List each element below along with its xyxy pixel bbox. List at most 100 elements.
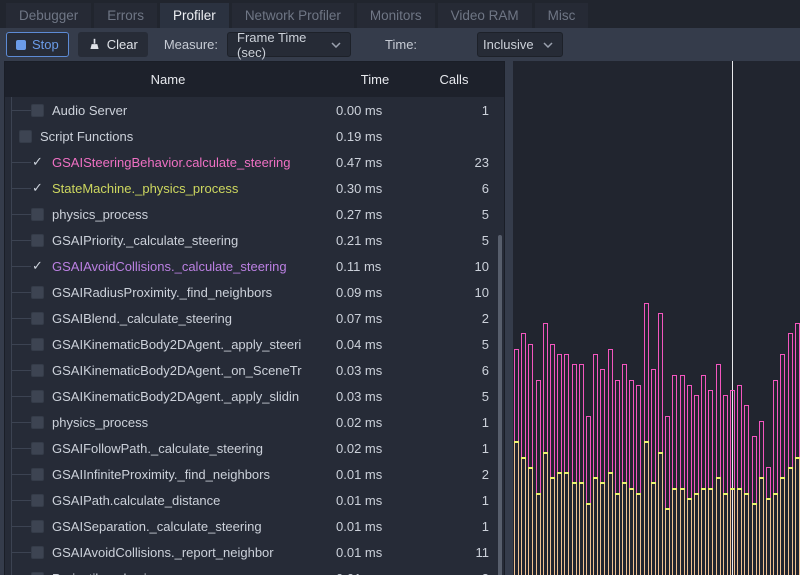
row-checkbox[interactable] bbox=[31, 494, 44, 507]
row-time: 0.01 ms bbox=[331, 545, 419, 560]
table-row[interactable]: physics_process0.27 ms5 bbox=[5, 201, 504, 227]
frame-bar-lower bbox=[593, 477, 598, 575]
time-dropdown[interactable]: Inclusive bbox=[477, 32, 563, 57]
row-checkbox[interactable] bbox=[31, 546, 44, 559]
function-table: Name Time Calls Audio Server0.00 ms1Scri… bbox=[4, 61, 505, 575]
table-row[interactable]: GSAIKinematicBody2DAgent._apply_slidin0.… bbox=[5, 383, 504, 409]
table-row[interactable]: physics_process0.02 ms1 bbox=[5, 409, 504, 435]
table-row[interactable]: GSAIKinematicBody2DAgent._apply_steeri0.… bbox=[5, 331, 504, 357]
table-row[interactable]: ✓ GSAIAvoidCollisions._calculate_steering… bbox=[5, 253, 504, 279]
tree-branch-line bbox=[11, 318, 31, 319]
row-time: 0.02 ms bbox=[331, 415, 419, 430]
row-calls: 1 bbox=[419, 493, 489, 508]
clear-button-label: Clear bbox=[107, 37, 138, 52]
frame-time-graph[interactable] bbox=[513, 61, 800, 575]
frame-bar-steering bbox=[615, 380, 620, 493]
table-row[interactable]: GSAIRadiusProximity._find_neighbors0.09 … bbox=[5, 279, 504, 305]
row-checkbox[interactable] bbox=[31, 364, 44, 377]
frame-bar-lower bbox=[687, 498, 692, 575]
table-row[interactable]: Projectile._physics_process0.01 ms3 bbox=[5, 565, 504, 575]
table-scrollbar[interactable] bbox=[498, 235, 502, 575]
row-checkbox[interactable] bbox=[31, 468, 44, 481]
row-time: 0.03 ms bbox=[331, 363, 419, 378]
row-checkbox[interactable] bbox=[31, 572, 44, 575]
tree-branch-line bbox=[11, 292, 31, 293]
row-checkbox[interactable] bbox=[31, 104, 44, 117]
frame-bar-statemachine-tick bbox=[651, 482, 656, 484]
frame-bar-steering bbox=[586, 416, 591, 503]
broom-icon bbox=[88, 38, 101, 51]
table-row[interactable]: Script Functions0.19 ms bbox=[5, 123, 504, 149]
frame-bar-steering bbox=[608, 349, 613, 472]
clear-button[interactable]: Clear bbox=[78, 32, 148, 57]
row-checkbox[interactable] bbox=[31, 442, 44, 455]
row-name: GSAISteeringBehavior.calculate_steering bbox=[52, 155, 331, 170]
table-row[interactable]: GSAIAvoidCollisions._report_neighbor0.01… bbox=[5, 539, 504, 565]
row-time: 0.03 ms bbox=[331, 389, 419, 404]
frame-bar-statemachine-tick bbox=[730, 488, 735, 490]
table-row[interactable]: ✓StateMachine._physics_process0.30 ms6 bbox=[5, 175, 504, 201]
table-row[interactable]: GSAIKinematicBody2DAgent._on_SceneTr0.03… bbox=[5, 357, 504, 383]
tab-profiler[interactable]: Profiler bbox=[160, 3, 229, 28]
tree-branch-line bbox=[11, 422, 31, 423]
row-checkbox[interactable] bbox=[31, 520, 44, 533]
row-time: 0.09 ms bbox=[331, 285, 419, 300]
row-name: Projectile._physics_process bbox=[52, 571, 331, 575]
row-checkbox[interactable] bbox=[31, 312, 44, 325]
frame-bar-lower bbox=[514, 441, 519, 575]
table-row[interactable]: GSAISeparation._calculate_steering0.01 m… bbox=[5, 513, 504, 539]
row-checkbox[interactable] bbox=[31, 286, 44, 299]
stop-button[interactable]: Stop bbox=[6, 32, 69, 57]
tab-errors[interactable]: Errors bbox=[94, 3, 157, 28]
frame-bar-statemachine-tick bbox=[514, 441, 519, 443]
tab-debugger[interactable]: Debugger bbox=[6, 3, 91, 28]
frame-bar-lower bbox=[528, 467, 533, 575]
frame-bar-steering bbox=[730, 390, 735, 488]
row-time: 0.19 ms bbox=[331, 129, 419, 144]
tab-monitors[interactable]: Monitors bbox=[357, 3, 435, 28]
tree-branch-line bbox=[11, 396, 31, 397]
row-calls: 1 bbox=[419, 103, 489, 118]
frame-bar-statemachine-tick bbox=[701, 488, 706, 490]
measure-dropdown[interactable]: Frame Time (sec) bbox=[227, 32, 351, 57]
tab-misc[interactable]: Misc bbox=[535, 3, 589, 28]
table-row[interactable]: GSAIFollowPath._calculate_steering0.02 m… bbox=[5, 435, 504, 461]
frame-bar-lower bbox=[708, 488, 713, 575]
tab-network-profiler[interactable]: Network Profiler bbox=[232, 3, 354, 28]
table-row[interactable]: GSAIPath.calculate_distance0.01 ms1 bbox=[5, 487, 504, 513]
row-checkbox[interactable] bbox=[31, 234, 44, 247]
frame-bar-lower bbox=[701, 488, 706, 575]
row-checkbox-checked[interactable]: ✓ bbox=[31, 156, 44, 169]
row-checkbox[interactable] bbox=[31, 338, 44, 351]
row-time: 0.01 ms bbox=[331, 467, 419, 482]
row-checkbox-checked[interactable]: ✓ bbox=[31, 182, 44, 195]
frame-bar-statemachine-tick bbox=[572, 482, 577, 484]
table-row[interactable]: GSAIBlend._calculate_steering0.07 ms2 bbox=[5, 305, 504, 331]
row-time: 0.00 ms bbox=[331, 103, 419, 118]
row-name: GSAIAvoidCollisions._calculate_steering bbox=[52, 259, 331, 274]
row-checkbox-checked[interactable]: ✓ bbox=[31, 260, 44, 273]
frame-bar-lower bbox=[636, 493, 641, 575]
table-row[interactable]: Audio Server0.00 ms1 bbox=[5, 97, 504, 123]
frame-bar-statemachine-tick bbox=[550, 477, 555, 479]
frame-bar-statemachine-tick bbox=[723, 493, 728, 495]
table-row[interactable]: GSAIPriority._calculate_steering0.21 ms5 bbox=[5, 227, 504, 253]
frame-bar-steering bbox=[629, 380, 634, 488]
frame-bar-lower bbox=[622, 482, 627, 575]
table-row[interactable]: GSAIInfiniteProximity._find_neighbors0.0… bbox=[5, 461, 504, 487]
tab-video-ram[interactable]: Video RAM bbox=[438, 3, 532, 28]
row-checkbox[interactable] bbox=[19, 130, 32, 143]
table-row[interactable]: ✓ GSAISteeringBehavior.calculate_steering… bbox=[5, 149, 504, 175]
row-checkbox[interactable] bbox=[31, 208, 44, 221]
row-checkbox[interactable] bbox=[31, 416, 44, 429]
frame-bar-statemachine-tick bbox=[708, 488, 713, 490]
frame-bar-steering bbox=[528, 344, 533, 467]
stop-icon bbox=[16, 40, 26, 50]
row-calls: 1 bbox=[419, 415, 489, 430]
measure-label: Measure: bbox=[164, 37, 218, 52]
tree-branch-line bbox=[11, 188, 31, 189]
frame-bar-steering bbox=[752, 436, 757, 503]
row-checkbox[interactable] bbox=[31, 390, 44, 403]
frame-bar-steering bbox=[636, 385, 641, 493]
frame-bar-statemachine-tick bbox=[586, 503, 591, 505]
